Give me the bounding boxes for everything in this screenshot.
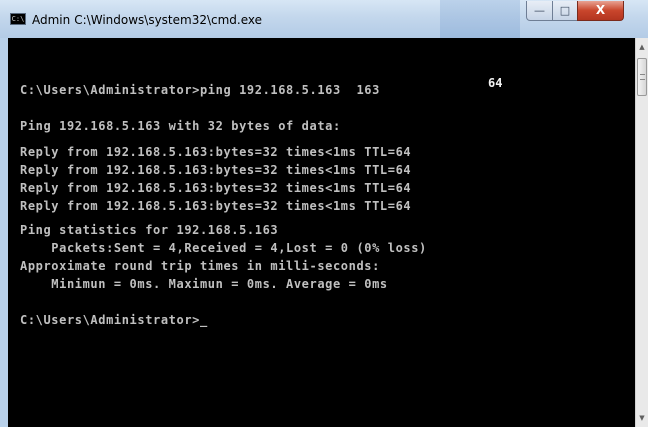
console-line-command: C:\Users\Administrator>ping 192.168.5.16… — [20, 83, 380, 97]
title-bar[interactable]: C:\ Admin C:\Windows\system32\cmd.exe — □… — [0, 0, 648, 38]
window-title-user: Admin — [32, 13, 71, 27]
scroll-up-arrow-icon[interactable]: ▲ — [636, 40, 648, 54]
scroll-thumb[interactable] — [637, 58, 647, 96]
window-controls: — □ X — [526, 1, 644, 21]
close-button[interactable]: X — [577, 1, 624, 21]
console-line-reply-2: Reply from 192.168.5.163:bytes=32 times<… — [20, 163, 412, 177]
console-line-ping-header: Ping 192.168.5.163 with 32 bytes of data… — [20, 119, 341, 133]
cmd-icon[interactable]: C:\ — [10, 13, 26, 25]
console-line-reply-4: Reply from 192.168.5.163:bytes=32 times<… — [20, 199, 412, 213]
console-line-reply-3: Reply from 192.168.5.163:bytes=32 times<… — [20, 181, 412, 195]
minimize-button[interactable]: — — [526, 1, 553, 21]
scroll-grip-icon — [640, 74, 645, 80]
console-line-prompt[interactable]: C:\Users\Administrator>_ — [20, 312, 208, 328]
scroll-down-arrow-icon[interactable]: ▼ — [636, 411, 648, 425]
cmd-window: C:\ Admin C:\Windows\system32\cmd.exe — □… — [0, 0, 648, 427]
console-line-stats-header: Ping statistics for 192.168.5.163 — [20, 223, 279, 237]
maximize-button[interactable]: □ — [552, 1, 578, 21]
console-floating-text: 64 — [488, 76, 503, 90]
console-line-reply-1: Reply from 192.168.5.163:bytes=32 times<… — [20, 145, 412, 159]
console-line-packets: Packets:Sent = 4,Received = 4,Lost = 0 (… — [20, 241, 427, 255]
window-title: Admin C:\Windows\system32\cmd.exe — [32, 12, 262, 28]
titlebar-highlight — [440, 0, 520, 38]
console-output[interactable]: C:\Users\Administrator>ping 192.168.5.16… — [8, 38, 635, 427]
vertical-scrollbar[interactable]: ▲ ▼ — [635, 38, 648, 427]
console-line-rtt-values: Minimun = 0ms. Maximun = 0ms. Average = … — [20, 277, 388, 291]
console-line-rtt-header: Approximate round trip times in milli-se… — [20, 259, 380, 273]
window-title-path: C:\Windows\system32\cmd.exe — [74, 13, 263, 27]
